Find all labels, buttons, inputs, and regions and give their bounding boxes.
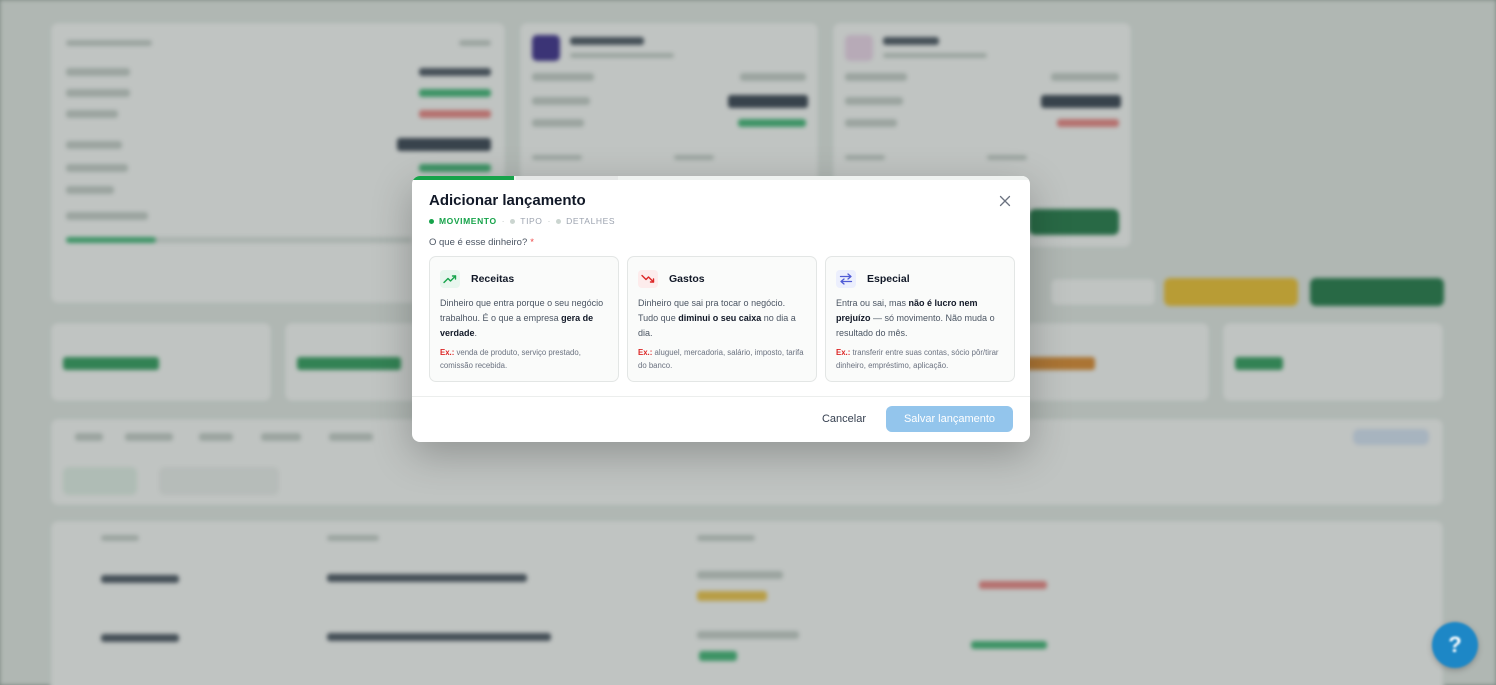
option-title: Receitas [471, 273, 515, 285]
option-example: Ex.: transferir entre suas contas, sócio… [836, 348, 999, 370]
step-dot [510, 218, 516, 224]
trending-down-icon [638, 270, 658, 288]
add-entry-modal: Adicionar lançamento MOVIMENTO · TIPO · … [412, 176, 1030, 442]
footer-divider [412, 396, 1030, 397]
help-button[interactable]: ? [1432, 622, 1478, 668]
step-separator: · [501, 216, 506, 226]
progress-bar-fill [412, 176, 514, 180]
close-button[interactable] [997, 193, 1013, 209]
step-label: TIPO [520, 216, 543, 226]
movement-options: Receitas Dinheiro que entra porque o seu… [429, 256, 1015, 382]
step-separator: · [547, 216, 552, 226]
option-example: Ex.: venda de produto, serviço prestado,… [440, 348, 581, 370]
option-description: Entra ou sai, mas não é lucro nem prejuí… [836, 298, 995, 338]
question-label: O que é esse dinheiro? * [429, 237, 534, 248]
option-gastos[interactable]: Gastos Dinheiro que sai pra tocar o negó… [627, 256, 817, 382]
step-dot [556, 218, 562, 224]
swap-arrows-icon [836, 270, 856, 288]
step-detalhes: DETALHES [556, 216, 615, 226]
step-indicator: MOVIMENTO · TIPO · DETALHES [429, 216, 615, 226]
step-tipo: TIPO [510, 216, 542, 226]
step-dot [429, 218, 434, 224]
save-entry-button[interactable]: Salvar lançamento [886, 406, 1013, 432]
step-movimento: MOVIMENTO [429, 216, 497, 226]
option-especial[interactable]: Especial Entra ou sai, mas não é lucro n… [825, 256, 1015, 382]
question-text: O que é esse dinheiro? [429, 237, 528, 248]
progress-bar-segment [516, 176, 618, 180]
help-icon: ? [1448, 632, 1462, 657]
option-description: Dinheiro que entra porque o seu negócio … [440, 298, 604, 338]
required-mark: * [530, 237, 534, 248]
option-example: Ex.: aluguel, mercadoria, salário, impos… [638, 348, 804, 370]
option-title: Gastos [669, 273, 705, 285]
option-description: Dinheiro que sai pra tocar o negócio. Tu… [638, 298, 796, 338]
step-label: MOVIMENTO [439, 216, 497, 226]
step-label: DETALHES [566, 216, 616, 226]
trending-up-icon [440, 270, 460, 288]
option-title: Especial [867, 273, 910, 285]
option-receitas[interactable]: Receitas Dinheiro que entra porque o seu… [429, 256, 619, 382]
modal-title: Adicionar lançamento [429, 192, 586, 209]
cancel-button[interactable]: Cancelar [812, 406, 876, 432]
close-icon [999, 195, 1011, 207]
